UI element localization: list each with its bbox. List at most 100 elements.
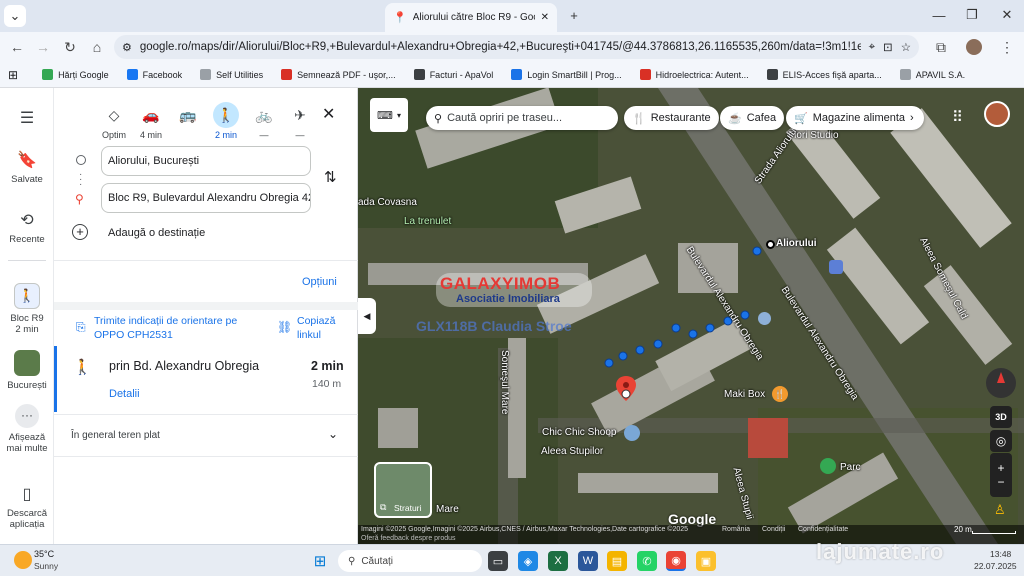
zoom-in-button[interactable]: + [997, 461, 1004, 475]
close-window-button[interactable]: ✕ [996, 4, 1018, 26]
apps-grid-icon[interactable]: ⠿ [952, 108, 963, 126]
3d-button[interactable]: 3D [990, 406, 1012, 428]
word-icon[interactable]: W [578, 551, 598, 571]
recent-button[interactable]: ⟲ Recente [0, 210, 54, 245]
show-more-button[interactable]: ··· Afișează mai multe [0, 404, 54, 454]
send-to-device-link[interactable]: Trimite indicații de orientare pe OPPO C… [94, 314, 237, 342]
task-view-icon[interactable]: ▭ [488, 551, 508, 571]
poi-parc[interactable]: Parc [840, 462, 861, 473]
clock-time[interactable]: 13:48 [990, 549, 1011, 559]
zoom-out-button[interactable]: − [997, 475, 1004, 489]
hamburger-menu-icon[interactable]: ☰ [0, 108, 54, 132]
mode-walking[interactable]: 🚶 2 min [206, 102, 246, 140]
weather-temp[interactable]: 35°C [34, 549, 54, 559]
bookmark-star-icon[interactable]: ☆ [901, 40, 911, 54]
profile-avatar[interactable] [966, 39, 982, 55]
folder-icon[interactable]: ▣ [696, 551, 716, 571]
mail-poi-icon[interactable] [829, 260, 843, 274]
chip-groceries[interactable]: 🛒 Magazine alimenta › [786, 106, 924, 130]
pegman-icon[interactable]: ♙ [994, 502, 1006, 518]
windows-start-icon[interactable]: ⊞ [310, 551, 330, 571]
bookmark-item[interactable]: ELIS-Acces fişă aparta... [766, 69, 882, 80]
taskbar-search[interactable]: ⚲ Căutați [338, 550, 482, 572]
apps-grid-icon[interactable]: ⊞ [8, 68, 18, 82]
bookmark-item[interactable]: Self Utilities [200, 69, 263, 80]
collapse-panel-button[interactable]: ◀ [358, 298, 376, 334]
footer-link-terms[interactable]: Condiții [762, 526, 785, 533]
route-search-input[interactable]: ⚲ Caută opriri pe traseu... [426, 106, 618, 130]
scale-label[interactable]: 20 m [954, 525, 972, 534]
footer-link-privacy[interactable]: Confidențialitate [798, 526, 848, 533]
chrome-icon[interactable]: ◉ [666, 551, 686, 571]
my-location-icon[interactable]: ◎ [990, 430, 1012, 452]
bookmark-item[interactable]: Semnează PDF - uşor,... [281, 69, 396, 80]
site-info-icon[interactable]: ⚙ [122, 41, 132, 54]
add-destination-link[interactable]: Adaugă o destinație [108, 227, 205, 239]
mode-flights[interactable]: ✈ — [280, 102, 320, 141]
keyboard-toggle-button[interactable]: ⌨ ▾ [370, 98, 408, 132]
install-icon[interactable]: ⊡ [883, 40, 893, 54]
feedback-link[interactable]: Oferă feedback despre produs [361, 535, 456, 542]
details-link[interactable]: Detalii [109, 388, 140, 400]
new-tab-button[interactable]: + [563, 4, 585, 26]
bookmark-item[interactable]: Hărți Google [42, 69, 109, 80]
address-bar[interactable]: ⚙ google.ro/maps/dir/Aliorului/Bloc+R9,+… [114, 35, 919, 59]
add-icon[interactable]: + [72, 224, 88, 240]
close-directions-icon[interactable]: ✕ [322, 104, 335, 124]
tab-search-button[interactable]: ⌄ [4, 5, 26, 27]
url-text: google.ro/maps/dir/Aliorului/Bloc+R9,+Bu… [139, 41, 861, 53]
restaurant-icon[interactable]: 🍴 [772, 386, 788, 402]
poi-marker[interactable] [758, 312, 771, 325]
copy-link-button[interactable]: Copiază linkul [297, 314, 336, 342]
download-app-button[interactable]: ▯ Descarcă aplicația [0, 484, 54, 530]
link-icon: ⛓ [277, 320, 293, 334]
poi-maki-box[interactable]: Maki Box [724, 389, 765, 400]
recent-item-bloc-r9[interactable]: 🚶 Bloc R9 2 min [0, 283, 54, 335]
extensions-icon[interactable]: ⧉ [928, 34, 954, 60]
back-icon[interactable]: ← [4, 34, 30, 60]
restore-button[interactable]: ❐ [961, 4, 983, 26]
forward-icon[interactable]: → [30, 34, 56, 60]
close-tab-icon[interactable]: ✕ [541, 12, 549, 23]
bookmark-item[interactable]: Facebook [126, 69, 182, 80]
footer-link-romania[interactable]: România [722, 526, 750, 533]
active-tab[interactable]: 📍 Aliorului către Bloc R9 - Google M ✕ [385, 3, 557, 32]
file-explorer-icon[interactable]: ▤ [607, 551, 627, 571]
destination-input[interactable]: Bloc R9, Bulevardul Alexandru Obregia 42 [101, 183, 311, 213]
compass-button[interactable] [986, 368, 1016, 398]
layers-button[interactable]: ⧉ Straturi [374, 462, 432, 518]
reload-icon[interactable]: ↻ [57, 34, 83, 60]
excel-icon[interactable]: X [548, 551, 568, 571]
chip-restaurants[interactable]: 🍴 Restaurante [624, 106, 719, 130]
options-link[interactable]: Opțiuni [302, 276, 337, 288]
minimize-button[interactable]: — [928, 4, 950, 26]
poi-la-trenulet[interactable]: La trenulet [404, 216, 451, 227]
saved-button[interactable]: 🔖 Salvate [0, 150, 54, 185]
mode-cycling[interactable]: 🚲 — [244, 102, 284, 141]
mode-driving[interactable]: 🚗 4 min [131, 102, 171, 141]
chip-coffee[interactable]: ☕ Cafea [720, 106, 785, 130]
park-icon[interactable] [820, 458, 836, 474]
shop-icon[interactable] [624, 425, 640, 441]
swap-icon[interactable]: ⇅ [324, 168, 337, 186]
route-card[interactable]: 🚶 prin Bd. Alexandru Obregia 2 min 140 m… [54, 346, 358, 412]
recent-item-bucuresti[interactable]: București [0, 350, 54, 391]
whatsapp-icon[interactable]: ✆ [637, 551, 657, 571]
location-icon[interactable]: ⌖ [869, 41, 875, 54]
bookmark-item[interactable]: Login SmartBill | Prog... [511, 69, 622, 80]
bookmark-item[interactable]: APAVIL S.A. [899, 69, 965, 80]
home-icon[interactable]: ⌂ [84, 34, 110, 60]
satellite-map[interactable]: Flori Studio Strada Aliorului ada Covasn… [358, 88, 1024, 544]
account-avatar[interactable] [984, 101, 1010, 127]
bookmark-item[interactable]: Facturi - ApaVol [413, 69, 493, 80]
expand-chevron-icon[interactable]: ⌄ [328, 427, 338, 441]
mode-best[interactable]: ◇ Optim [94, 102, 134, 141]
sun-icon[interactable] [14, 551, 32, 569]
mode-transit[interactable]: 🚌 [168, 102, 208, 130]
poi-chic-chic-shoop[interactable]: Chic Chic Shoop [542, 427, 616, 438]
menu-kebab-icon[interactable]: ⋮ [994, 34, 1020, 60]
widgets-icon[interactable]: ◈ [518, 551, 538, 571]
bookmark-item[interactable]: Hidroelectrica: Autent... [639, 69, 749, 80]
origin-input[interactable]: Aliorului, București [101, 146, 311, 176]
clock-date[interactable]: 22.07.2025 [974, 561, 1017, 571]
